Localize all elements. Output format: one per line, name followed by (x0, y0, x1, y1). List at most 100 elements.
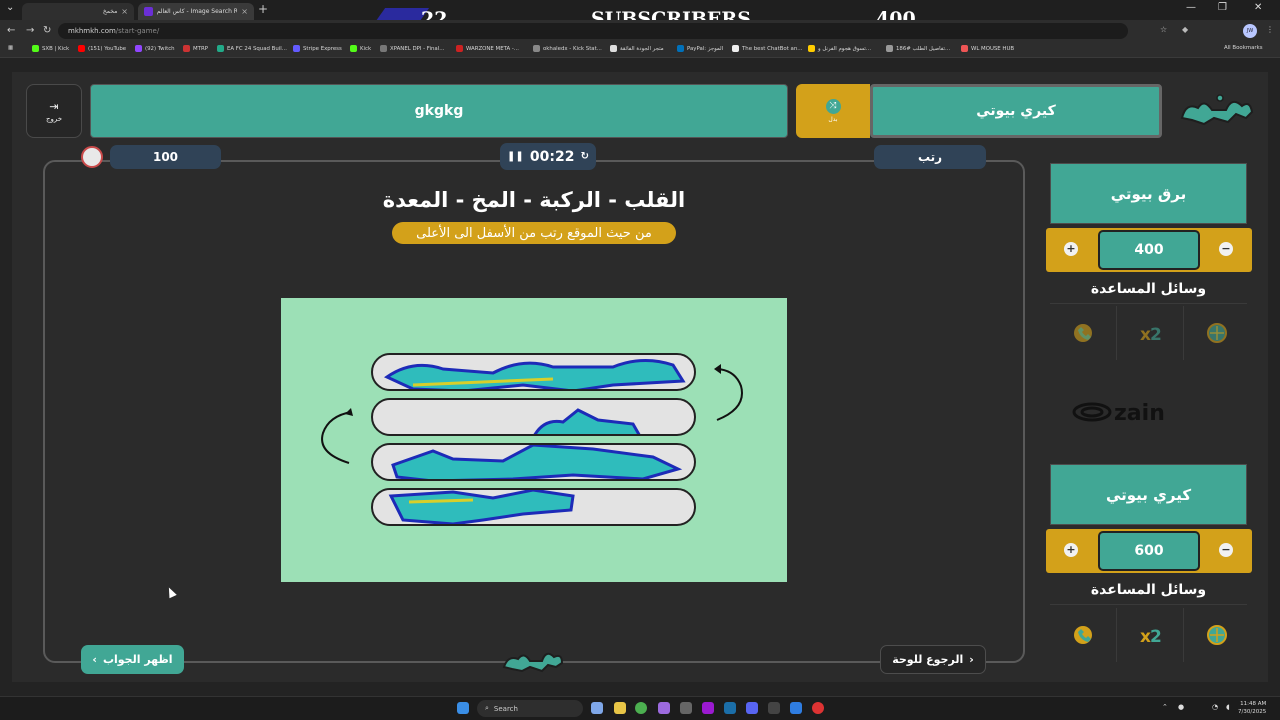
score-control: + 600 − (1046, 529, 1252, 573)
bookmark-item[interactable]: SXB | Kick (32, 45, 69, 52)
app-icon[interactable] (702, 702, 714, 714)
double-helper-button[interactable]: x2 (1117, 306, 1184, 360)
profile-avatar[interactable]: JW (1243, 24, 1257, 38)
bookmarks-bar: ▦ SXB | Kick (151) YouTube (92) Twitch M… (0, 42, 1280, 58)
team-score: 400 (1098, 230, 1200, 270)
tab-mkhmkh[interactable]: مخمخ × (22, 3, 134, 20)
minimize-icon[interactable]: — (1186, 2, 1196, 13)
address-bar: ← → ↻ mkhmkh.com/start-game/ ☆ ◆ ⋮ (0, 20, 1280, 42)
star-icon[interactable]: ☆ (1160, 25, 1167, 34)
zain-sponsor-logo: zain (1072, 401, 1165, 426)
phone-helper-button[interactable] (1050, 608, 1117, 662)
skip-helper-button[interactable] (1184, 608, 1250, 662)
tab-menu-icon[interactable]: ⌄ (6, 2, 14, 13)
skip-helper-button[interactable] (1184, 306, 1250, 360)
timer-value: 00:22 (529, 148, 575, 165)
bookmark-item[interactable]: Stripe Express (293, 45, 342, 52)
bookmark-item[interactable]: The best ChatBot an... (732, 45, 802, 52)
bookmark-item[interactable]: EA FC 24 Squad Buil... (217, 45, 287, 52)
rotation-arrows (321, 364, 743, 464)
tab-search-results[interactable]: كأس العالم - Image Search Results × (138, 3, 254, 20)
app-icon[interactable] (768, 702, 780, 714)
bookmark-item[interactable]: متجر الجودة الفائقة (610, 45, 664, 52)
file-explorer-icon[interactable] (614, 702, 626, 714)
chevron-right-icon: › (969, 653, 974, 666)
helpers-title: وسائل المساعدة (1050, 575, 1247, 605)
app-icon[interactable] (812, 702, 824, 714)
bookmark-item[interactable]: تسوق هجوم الفرنل و... (808, 45, 871, 52)
bookmark-item[interactable]: (151) YouTube (78, 45, 126, 52)
apps-icon[interactable]: ▦ (8, 45, 13, 51)
phone-helper-button[interactable] (1050, 306, 1117, 360)
close-window-icon[interactable]: ✕ (1254, 2, 1262, 13)
discord-icon[interactable] (746, 702, 758, 714)
new-tab-icon[interactable]: + (258, 2, 268, 16)
svg-text:zain: zain (1114, 401, 1165, 426)
puzzle-strip[interactable] (371, 443, 696, 481)
wifi-icon[interactable]: ◔ (1212, 703, 1218, 711)
team-left-bar: gkgkg (90, 84, 788, 138)
puzzle-strip[interactable] (371, 398, 696, 436)
exit-label: خروج (45, 114, 63, 123)
team-right-name: كيري بيوتي (976, 103, 1056, 119)
bookmark-item[interactable]: PayPal: الموجز (677, 45, 723, 52)
reload-icon[interactable]: ↻ (43, 25, 51, 36)
chrome-icon[interactable] (635, 702, 647, 714)
puzzle-strip[interactable] (371, 488, 696, 526)
steam-icon[interactable] (724, 702, 736, 714)
all-bookmarks[interactable]: All Bookmarks (1224, 45, 1263, 51)
yahoo-icon (144, 7, 153, 16)
url-host: mkhmkh.com (68, 27, 116, 35)
team-right-bar: كيري بيوتي (870, 84, 1162, 138)
bookmark-item[interactable]: تفاصيل الطلب #186... (886, 45, 950, 52)
app-icon[interactable] (790, 702, 802, 714)
maximize-icon[interactable]: ❐ (1218, 2, 1227, 13)
double-helper-button[interactable]: x2 (1117, 608, 1184, 662)
show-answer-button[interactable]: ‹ اظهر الجواب (81, 645, 184, 674)
mic-icon[interactable]: ● (1178, 703, 1184, 711)
pause-icon[interactable]: ❚❚ (507, 151, 524, 162)
search-icon: ⌕ (485, 704, 489, 712)
helpers-row: x2 (1050, 306, 1250, 360)
menu-icon[interactable]: ⋮ (1266, 25, 1274, 34)
close-icon[interactable]: × (241, 7, 248, 16)
puzzle-strip[interactable] (371, 353, 696, 391)
back-to-board-button[interactable]: الرجوع للوحة › (880, 645, 986, 674)
team-score: 600 (1098, 531, 1200, 571)
exit-button[interactable]: ⇥ خروج (26, 84, 82, 138)
question-hint: من حيث الموقع رتب من الأسفل الى الأعلى (392, 222, 676, 244)
swap-icon: ⤨ (825, 99, 841, 114)
windows-start-icon[interactable] (457, 702, 469, 714)
report-flag-icon[interactable] (81, 146, 103, 168)
bookmark-item[interactable]: (92) Twitch (135, 45, 175, 52)
question-text: القلب - الركبة - المخ - المعدة (382, 188, 686, 212)
extension-icon[interactable]: ◆ (1182, 25, 1188, 34)
back-icon[interactable]: ← (7, 25, 15, 36)
mkhmkh-logo (1180, 94, 1254, 126)
app-icon[interactable] (658, 702, 670, 714)
volume-icon[interactable]: ◖ (1226, 703, 1230, 711)
system-clock[interactable]: 11:48 AM 7/30/2025 (1238, 700, 1266, 716)
plus-button[interactable]: + (1064, 543, 1078, 557)
taskbar-search[interactable]: ⌕ Search (477, 700, 583, 717)
url-input[interactable]: mkhmkh.com/start-game/ (58, 23, 1128, 39)
app-icon[interactable] (680, 702, 692, 714)
bookmark-item[interactable]: WARZONE META -... (456, 45, 519, 52)
bookmark-item[interactable]: Kick (350, 45, 371, 52)
bookmark-item[interactable]: okhaledx - Kick Stat... (533, 45, 602, 52)
close-icon[interactable]: × (121, 7, 128, 16)
minus-button[interactable]: − (1219, 543, 1233, 557)
forward-icon[interactable]: → (26, 25, 34, 36)
team-left-name: gkgkg (414, 103, 464, 119)
tray-chevron-icon[interactable]: ⌃ (1162, 703, 1168, 711)
copilot-icon[interactable] (591, 702, 603, 714)
bookmark-item[interactable]: WL MOUSE HUB (961, 45, 1014, 52)
reset-timer-icon[interactable]: ↻ (581, 151, 589, 162)
bookmark-item[interactable]: MTRP (183, 45, 208, 52)
bookmark-item[interactable]: XPANEL DPI - Final... (380, 45, 444, 52)
compass-icon (1207, 625, 1227, 645)
back-to-board-label: الرجوع للوحة (892, 653, 964, 666)
plus-button[interactable]: + (1064, 242, 1078, 256)
minus-button[interactable]: − (1219, 242, 1233, 256)
swap-turn-button[interactable]: ⤨ بدل (796, 84, 870, 138)
